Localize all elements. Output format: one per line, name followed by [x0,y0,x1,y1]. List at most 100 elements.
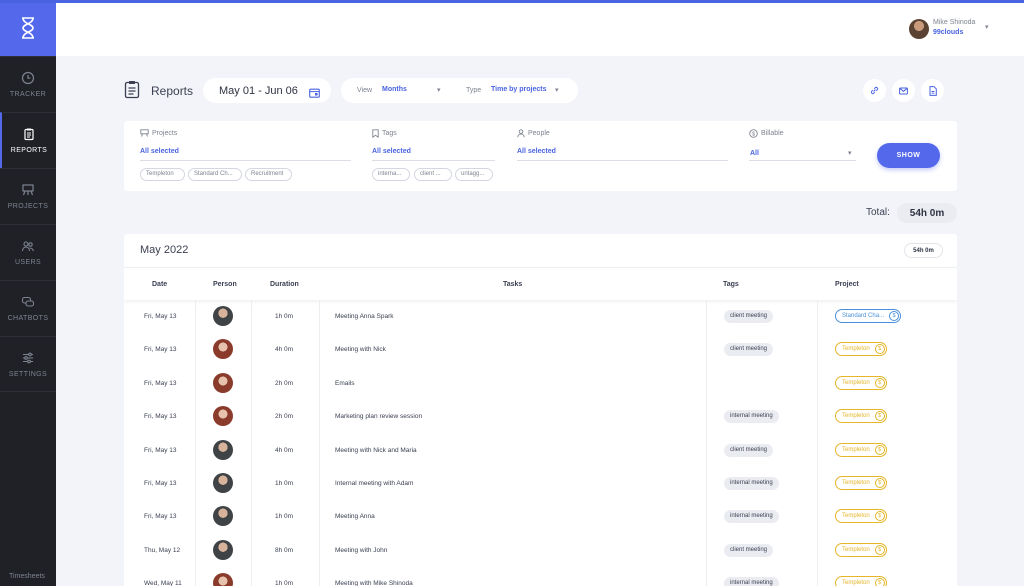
row-project-chip[interactable]: Templeton $ [835,442,887,457]
sidebar-item-projects[interactable]: PROJECTS [0,168,56,224]
divider [749,160,856,161]
projects-filter-select[interactable]: All selected [140,148,179,155]
row-project-chip[interactable]: Templeton $ [835,576,887,586]
chevron-down-icon[interactable]: ▾ [437,86,441,94]
calendar-icon[interactable] [309,85,320,103]
sliders-icon [23,352,33,363]
filter-panel: Projects All selected Templeton Standard… [124,121,957,191]
table-row[interactable]: Fri, May 13 1h 0m Meeting Anna internal mee… [124,500,957,533]
share-link-button[interactable] [863,79,886,102]
row-project-chip[interactable]: Standard Cha... $ [835,309,902,323]
row-project-chip[interactable]: Templeton $ [835,542,887,557]
row-project-name: Templeton [842,379,870,386]
avatar [213,539,233,560]
sidebar-item-chatbots[interactable]: CHATBOTS [0,280,56,336]
dollar-circle-icon: $ [749,129,758,138]
row-duration: 8h 0m [275,546,294,554]
project-chip[interactable]: Templeton [140,168,185,181]
tags-filter-label: Tags [372,129,397,138]
page-title: Reports [151,84,194,98]
sidebar-item-reports[interactable]: REPORTS [0,112,56,168]
chevron-down-icon[interactable]: ▾ [985,23,989,31]
column-header-project[interactable]: Project [835,281,859,288]
table-row[interactable]: Wed, May 11 1h 0m Meeting with Mike Shinod… [124,567,957,586]
avatar [213,306,233,326]
billable-dollar-icon: $ [874,478,885,488]
row-project-chip[interactable]: Templeton $ [835,375,887,390]
avatar [213,473,233,493]
tags-filter-select[interactable]: All selected [372,148,411,155]
date-range-text: May 01 - Jun 06 [219,85,298,97]
user-avatar[interactable] [909,19,929,39]
project-chip[interactable]: Recruitment [245,168,292,181]
total-label: Total: [866,207,890,218]
table-row[interactable]: Thu, May 12 8h 0m Meeting with John client … [124,534,957,567]
row-date: Fri, May 13 [144,413,177,421]
row-task: Marketing plan review session [335,413,423,421]
row-date: Fri, May 13 [144,313,177,320]
column-header-person[interactable]: Person [213,281,237,288]
tag-chip[interactable]: interna... [372,168,410,181]
row-tag-chip: client meeting [724,343,774,357]
column-header-tasks[interactable]: Tasks [503,281,522,288]
row-duration: 4h 0m [275,346,294,354]
billable-dollar-icon: $ [874,544,885,555]
row-date: Thu, May 12 [144,546,181,554]
sidebar-item-settings[interactable]: SETTINGS [0,336,56,392]
sidebar-item-label: REPORTS [10,147,48,154]
row-date: Wed, May 11 [144,580,182,586]
user-name: Mike Shinoda [933,19,976,26]
view-dropdown[interactable]: Months [382,86,407,93]
billable-dollar-icon: $ [874,578,885,586]
export-pdf-button[interactable] [921,79,944,102]
sidebar-item-label: CHATBOTS [7,315,49,322]
row-tag-chip: client meeting [724,310,774,323]
chevron-down-icon[interactable]: ▾ [848,149,852,157]
row-date: Fri, May 13 [144,480,177,487]
table-row[interactable]: Fri, May 13 4h 0m Meeting with Nick and Ma… [124,434,957,467]
row-duration: 1h 0m [275,313,294,320]
sidebar-item-users[interactable]: USERS [0,224,56,280]
table-row[interactable]: Fri, May 13 2h 0m Emails Templeton $ [124,367,957,400]
tag-chip[interactable]: untagg... [455,168,493,181]
row-task: Meeting with Nick [335,346,386,354]
billable-dollar-icon: $ [874,444,885,455]
row-tag-chip: client meeting [724,443,774,457]
show-button[interactable]: SHOW [877,143,940,168]
tag-chip[interactable]: client ... [414,168,452,181]
column-header-date[interactable]: Date [152,281,167,288]
billable-dollar-icon: $ [889,311,900,321]
project-chip[interactable]: Standard Ch... [188,168,242,181]
view-label: View [357,87,373,94]
column-header-duration[interactable]: Duration [270,281,299,288]
table-row[interactable]: Fri, May 13 2h 0m Marketing plan review se… [124,400,957,433]
billable-filter-select[interactable]: All [750,150,759,157]
row-project-chip[interactable]: Templeton $ [835,342,887,357]
row-duration: 4h 0m [275,446,294,454]
sidebar-item-tracker[interactable]: TRACKER [0,56,56,112]
row-project-chip[interactable]: Templeton $ [835,476,887,490]
chevron-down-icon[interactable]: ▾ [555,86,559,94]
hourglass-logo-icon[interactable] [0,0,56,56]
row-project-chip[interactable]: Templeton $ [835,509,887,524]
row-duration: 2h 0m [275,413,294,421]
date-range-picker[interactable]: May 01 - Jun 06 [203,78,331,103]
row-task: Meeting with John [335,546,388,554]
email-report-button[interactable] [892,79,915,102]
type-dropdown[interactable]: Time by projects [491,86,547,93]
row-project-name: Templeton [842,346,870,353]
billable-dollar-icon: $ [874,377,885,388]
avatar [213,506,233,527]
row-project-name: Templeton [842,413,870,420]
table-row[interactable]: Fri, May 13 1h 0m Internal meeting with Ad… [124,467,957,500]
avatar [213,339,233,360]
row-task: Meeting with Mike Shinoda [335,580,413,586]
people-filter-select[interactable]: All selected [517,148,556,155]
row-project-chip[interactable]: Templeton $ [835,409,887,424]
table-row[interactable]: Fri, May 13 4h 0m Meeting with Nick client … [124,333,957,366]
chat-icon [21,296,35,307]
row-duration: 1h 0m [275,513,294,521]
column-header-tags[interactable]: Tags [723,281,739,288]
table-row[interactable]: Fri, May 13 1h 0m Meeting Anna Spark client… [124,300,957,333]
clipboard-icon [24,128,34,141]
